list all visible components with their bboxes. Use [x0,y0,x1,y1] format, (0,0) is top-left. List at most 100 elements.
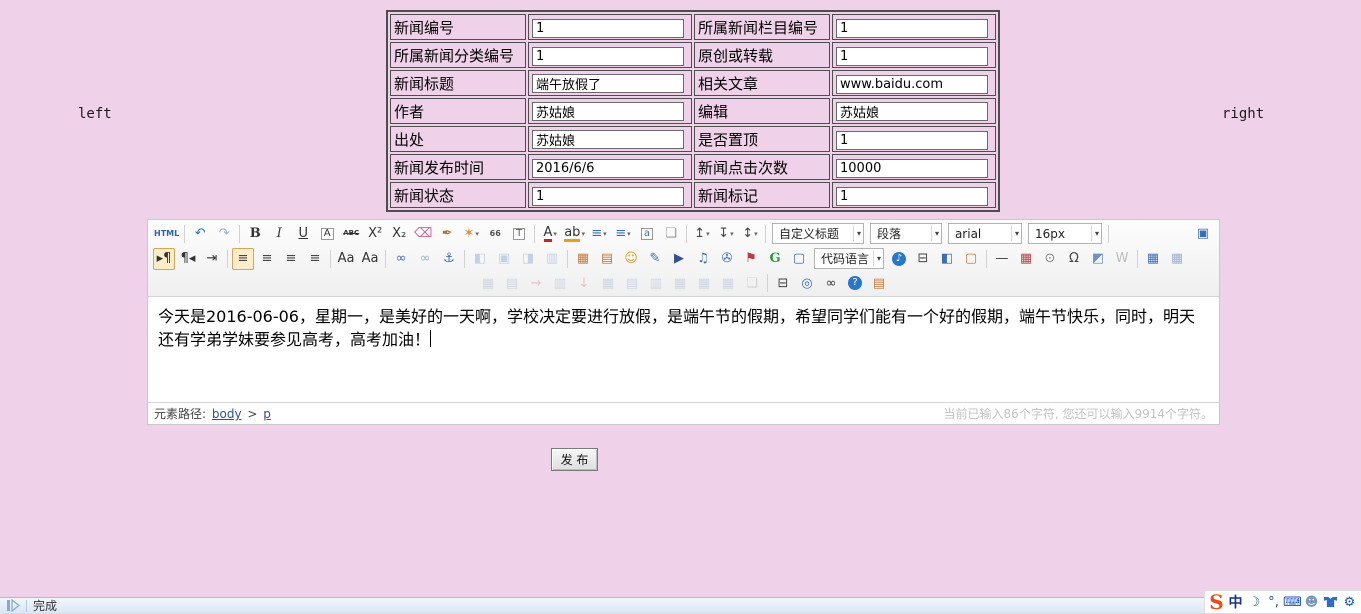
split-to-rows-icon[interactable]: ▤ [621,272,643,294]
merge-right-icon[interactable]: ▦ [669,272,691,294]
redo-icon[interactable]: ↷ [213,223,235,245]
form-input[interactable] [532,102,684,121]
form-input[interactable] [532,159,684,178]
align-right-icon[interactable]: ≡ [280,248,302,270]
form-input[interactable] [532,19,684,38]
date-icon[interactable]: ▦ [1015,248,1037,270]
form-input[interactable] [836,47,988,66]
image-center-icon[interactable]: ▣ [493,248,515,270]
form-input[interactable] [836,187,988,206]
iframe-icon[interactable]: ▢ [788,248,810,270]
remove-format-icon[interactable]: ⌫ [412,223,434,245]
insert-table-icon[interactable]: ▦ [1142,248,1164,270]
image-inline-icon[interactable]: ▥ [541,248,563,270]
italic-icon[interactable]: I [268,223,290,245]
paragraph-dropdown[interactable]: 段落▾ [870,223,942,244]
snapshot-icon[interactable]: ◩ [1087,248,1109,270]
wrench-settings-icon[interactable]: ⚙ [1340,592,1359,612]
new-document-icon[interactable]: ❏ [660,223,682,245]
delete-col-icon[interactable]: ↓ [573,272,595,294]
print-icon[interactable]: ⊟ [772,272,794,294]
align-center-icon[interactable]: ≡ [256,248,278,270]
form-input[interactable] [532,74,684,93]
help-icon[interactable]: ? [844,272,866,294]
auto-typeset-icon[interactable]: ✶▾ [460,223,482,245]
path-link-body[interactable]: body [212,407,242,421]
word-paste-doc-icon[interactable]: ❏ [741,272,763,294]
paste-plain-icon[interactable]: T [508,223,530,245]
merge-cells-icon[interactable]: ▦ [597,272,619,294]
subscript-icon[interactable]: X₂ [388,223,410,245]
preview-icon[interactable]: ◎ [796,272,818,294]
emotion-icon[interactable]: ☺ [620,248,642,270]
soft-keyboard-icon[interactable]: ⌨ [1283,592,1302,612]
insert-image-icon[interactable]: ▦ [572,248,594,270]
multi-image-icon[interactable]: ▤ [596,248,618,270]
insert-col-icon[interactable]: ▥ [549,272,571,294]
template-icon[interactable]: ◧ [936,248,958,270]
select-all-icon[interactable]: a [636,223,658,245]
form-input[interactable] [836,159,988,178]
superscript-icon[interactable]: X² [364,223,386,245]
blockquote-icon[interactable]: 66 [484,223,506,245]
form-input[interactable] [836,102,988,121]
indent-icon[interactable]: ⇥ [201,248,223,270]
link-icon[interactable]: ∞ [390,248,412,270]
uppercase-icon[interactable]: Aa [335,248,357,270]
video-icon[interactable]: ▶ [668,248,690,270]
user-avatar-icon[interactable]: ☻ [1302,592,1321,612]
bold-icon[interactable]: B [244,223,266,245]
gmap-icon[interactable]: G [764,248,786,270]
path-link-p[interactable]: p [263,407,271,421]
line-height-icon[interactable]: ↕▾ [739,223,761,245]
music-search-icon[interactable]: ♪ [888,248,910,270]
editor-content-area[interactable]: 今天是2016-06-06，星期一，是美好的一天啊，学校决定要进行放假，是端午节… [148,297,1219,402]
form-input[interactable] [836,75,988,94]
lowercase-icon[interactable]: Aa [359,248,381,270]
image-left-icon[interactable]: ◧ [469,248,491,270]
attachment-icon[interactable]: ✇ [716,248,738,270]
anchor-icon[interactable]: ⚓ [438,248,460,270]
font-size-dropdown[interactable]: 16px▾ [1028,223,1102,244]
halfwidth-moon-icon[interactable]: ☽ [1245,592,1264,612]
spacing-bottom-icon[interactable]: ↧▾ [715,223,737,245]
form-input[interactable] [836,19,988,38]
font-color-icon[interactable]: A▾ [539,223,561,245]
delete-table-icon[interactable]: ▦ [1166,248,1188,270]
align-left-icon[interactable]: ≡ [232,248,254,270]
special-chars-icon[interactable]: Ω [1063,248,1085,270]
form-input[interactable] [532,187,684,206]
table-title-icon[interactable]: ▦ [477,272,499,294]
spacing-top-icon[interactable]: ↥▾ [691,223,713,245]
paste-icon[interactable]: ▤ [868,272,890,294]
form-input[interactable] [532,47,684,66]
ltr-icon[interactable]: ▸¶ [153,248,175,270]
skin-tshirt-icon[interactable] [1321,592,1340,612]
screenshot-icon[interactable]: ▢ [960,248,982,270]
publish-button[interactable]: 发 布 [551,448,598,471]
time-icon[interactable]: ⊙ [1039,248,1061,270]
highlight-color-icon[interactable]: ab▾ [563,223,586,245]
unordered-list-icon[interactable]: ≡▾ [612,223,634,245]
underline-icon[interactable]: U [292,223,314,245]
search-replace-icon[interactable]: ∞ [820,272,842,294]
font-family-dropdown[interactable]: arial▾ [948,223,1022,244]
unlink-icon[interactable]: ∞ [414,248,436,270]
image-right-icon[interactable]: ◨ [517,248,539,270]
word-image-icon[interactable]: W [1111,248,1133,270]
rtl-icon[interactable]: ¶◂ [177,248,199,270]
pagebreak-icon[interactable]: ⊟ [912,248,934,270]
custom-title-dropdown[interactable]: 自定义标题▾ [772,223,864,244]
ordered-list-icon[interactable]: ≡▾ [588,223,610,245]
map-icon[interactable]: ⚑ [740,248,762,270]
horizontal-rule-icon[interactable]: — [991,248,1013,270]
split-to-cols-icon[interactable]: ▥ [645,272,667,294]
undo-icon[interactable]: ↶ [189,223,211,245]
align-justify-icon[interactable]: ≡ [304,248,326,270]
form-input[interactable] [836,131,988,150]
format-painter-icon[interactable]: ✒ [436,223,458,245]
merge-down-icon[interactable]: ▦ [693,272,715,294]
strikethrough-icon[interactable]: ABC [340,223,362,245]
scrawl-icon[interactable]: ✎ [644,248,666,270]
sogou-logo[interactable]: S [1207,592,1226,612]
